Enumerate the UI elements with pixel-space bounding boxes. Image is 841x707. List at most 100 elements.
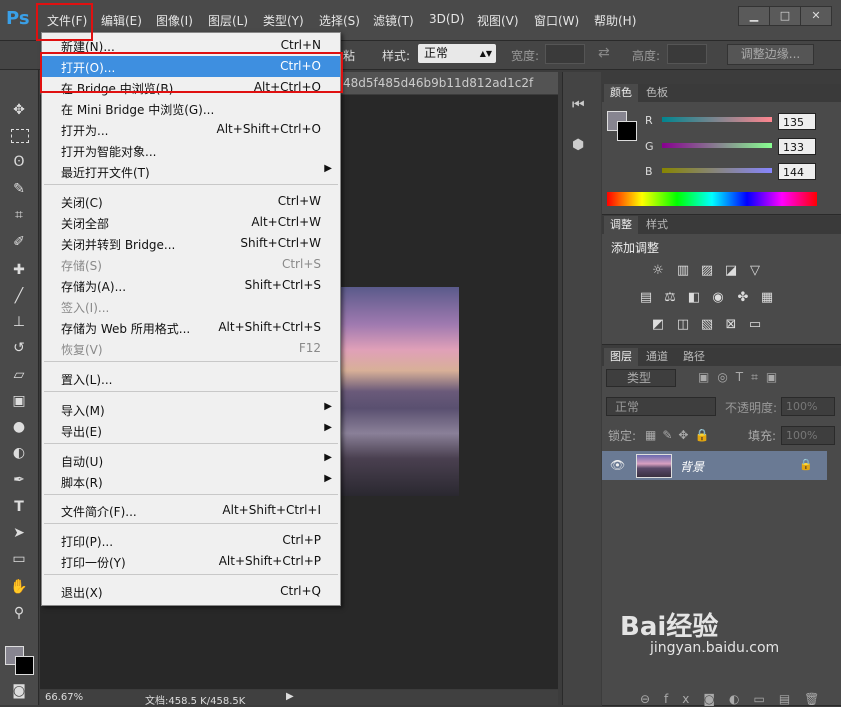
eye-visibility-icon[interactable]: 👁: [610, 458, 625, 472]
menu-item-print[interactable]: 打印(P)... Ctrl+P: [42, 530, 340, 551]
height-input[interactable]: [667, 44, 707, 64]
width-input[interactable]: [545, 44, 585, 64]
crop-tool-icon[interactable]: ⌗: [8, 207, 30, 225]
menu-help[interactable]: 帮助(H): [594, 12, 636, 29]
menu-item-close-all[interactable]: 关闭全部 Alt+Ctrl+W: [42, 212, 340, 233]
tab-color[interactable]: 颜色: [604, 84, 638, 102]
stamp-tool-icon[interactable]: ⊥: [8, 314, 30, 332]
style-select[interactable]: 正常 ▲▼: [418, 44, 496, 63]
quick-select-icon[interactable]: ✎: [8, 181, 30, 199]
menu-filter[interactable]: 滤镜(T): [373, 12, 414, 29]
eyedropper-icon[interactable]: ✐: [8, 234, 30, 252]
g-slider[interactable]: [662, 143, 772, 148]
color-spectrum-bar[interactable]: [607, 192, 817, 206]
menu-item-automate[interactable]: 自动(U) ▶: [42, 450, 340, 471]
invert-icon[interactable]: ◩: [650, 318, 666, 332]
curves-icon[interactable]: ▨: [699, 264, 715, 278]
hue-saturation-icon[interactable]: ▤: [638, 291, 654, 305]
r-slider[interactable]: [662, 117, 772, 122]
tab-paths[interactable]: 路径: [677, 348, 711, 366]
layer-filter-select[interactable]: 类型: [606, 369, 676, 387]
minimize-button[interactable]: ▁: [738, 6, 770, 26]
menu-item-browse-mini-bridge[interactable]: 在 Mini Bridge 中浏览(G)...: [42, 98, 340, 119]
gradient-map-icon[interactable]: ▭: [747, 318, 763, 332]
menu-item-recent-files[interactable]: 最近打开文件(T) ▶: [42, 161, 340, 182]
layer-footer-icons[interactable]: ⊖fx◙◐▭▤🗑: [640, 692, 833, 706]
tab-swatches[interactable]: 色板: [640, 84, 674, 102]
brightness-icon[interactable]: ☼: [650, 264, 666, 278]
seascape-photo[interactable]: [340, 287, 459, 496]
shape-tool-icon[interactable]: ▭: [8, 551, 30, 569]
zoom-tool-icon[interactable]: ⚲: [8, 605, 30, 623]
lasso-tool-icon[interactable]: ʘ: [8, 154, 30, 172]
marquee-tool-icon[interactable]: [11, 129, 29, 143]
pen-tool-icon[interactable]: ✒: [8, 472, 30, 490]
maximize-button[interactable]: □: [769, 6, 801, 26]
menu-item-print-one-copy[interactable]: 打印一份(Y) Alt+Shift+Ctrl+P: [42, 551, 340, 572]
tab-adjustments[interactable]: 调整: [604, 216, 638, 234]
menu-window[interactable]: 窗口(W): [534, 12, 579, 29]
opacity-input[interactable]: 100%: [781, 397, 835, 416]
quick-mask-icon[interactable]: ◙: [8, 683, 30, 701]
menu-select[interactable]: 选择(S): [319, 12, 360, 29]
background-color-swatch[interactable]: [15, 656, 34, 675]
close-button[interactable]: ✕: [800, 6, 832, 26]
vibrance-icon[interactable]: ▽: [747, 264, 763, 278]
b-slider[interactable]: [662, 168, 772, 173]
brush-tool-icon[interactable]: ╱: [8, 288, 30, 306]
history-panel-icon[interactable]: ⏮: [572, 97, 585, 113]
swap-icon[interactable]: ⇄: [598, 45, 610, 61]
menu-image[interactable]: 图像(I): [156, 12, 193, 29]
hand-tool-icon[interactable]: ✋: [8, 579, 30, 597]
menu-item-save-as[interactable]: 存储为(A)... Shift+Ctrl+S: [42, 275, 340, 296]
healing-brush-icon[interactable]: ✚: [8, 262, 30, 280]
b-value-input[interactable]: 144: [778, 163, 816, 180]
color-balance-icon[interactable]: ⚖: [662, 291, 678, 305]
bg-color-swatch[interactable]: [617, 121, 637, 141]
menu-item-close-go-bridge[interactable]: 关闭并转到 Bridge... Shift+Ctrl+W: [42, 233, 340, 254]
refine-edge-button[interactable]: 调整边缘...: [727, 44, 814, 65]
3d-panel-icon[interactable]: ⬢: [572, 137, 584, 153]
zoom-level[interactable]: 66.67%: [45, 692, 83, 703]
menu-item-open-smart-object[interactable]: 打开为智能对象...: [42, 140, 340, 161]
menu-item-close[interactable]: 关闭(C) Ctrl+W: [42, 191, 340, 212]
menu-edit[interactable]: 编辑(E): [101, 12, 142, 29]
layer-name[interactable]: 背景: [680, 458, 704, 475]
blend-mode-select[interactable]: 正常: [606, 397, 716, 416]
blur-tool-icon[interactable]: ●: [8, 419, 30, 437]
tab-layers[interactable]: 图层: [604, 348, 638, 366]
move-tool-icon[interactable]: ✥: [8, 102, 30, 120]
menu-type[interactable]: 类型(Y): [263, 12, 304, 29]
menu-item-place[interactable]: 置入(L)...: [42, 368, 340, 389]
menu-layer[interactable]: 图层(L): [208, 12, 248, 29]
lock-icons[interactable]: ▦✎✥🔒: [645, 428, 715, 442]
fill-input[interactable]: 100%: [781, 426, 835, 445]
tab-styles[interactable]: 样式: [640, 216, 674, 234]
color-lookup-icon[interactable]: ▦: [759, 291, 775, 305]
history-brush-icon[interactable]: ↺: [8, 340, 30, 358]
menu-item-scripts[interactable]: 脚本(R) ▶: [42, 471, 340, 492]
menu-item-export[interactable]: 导出(E) ▶: [42, 420, 340, 441]
tab-channels[interactable]: 通道: [640, 348, 674, 366]
menu-view[interactable]: 视图(V): [477, 12, 519, 29]
filter-icons[interactable]: ▣◎T⌗▣: [698, 370, 785, 385]
black-white-icon[interactable]: ◧: [686, 291, 702, 305]
channel-mixer-icon[interactable]: ✤: [735, 291, 751, 305]
posterize-icon[interactable]: ◫: [675, 318, 691, 332]
dodge-tool-icon[interactable]: ◐: [8, 445, 30, 463]
path-select-icon[interactable]: ➤: [8, 525, 30, 543]
menu-item-open-as[interactable]: 打开为... Alt+Shift+Ctrl+O: [42, 119, 340, 140]
menu-item-exit[interactable]: 退出(X) Ctrl+Q: [42, 581, 340, 602]
levels-icon[interactable]: ▥: [675, 264, 691, 278]
menu-3d[interactable]: 3D(D): [429, 12, 464, 26]
type-tool-icon[interactable]: T: [8, 499, 30, 517]
threshold-icon[interactable]: ▧: [699, 318, 715, 332]
exposure-icon[interactable]: ◪: [723, 264, 739, 278]
photo-filter-icon[interactable]: ◉: [710, 291, 726, 305]
selective-color-icon[interactable]: ⊠: [723, 318, 739, 332]
menu-item-save-for-web[interactable]: 存储为 Web 所用格式... Alt+Shift+Ctrl+S: [42, 317, 340, 338]
eraser-icon[interactable]: ▱: [8, 367, 30, 385]
status-menu-arrow-icon[interactable]: ▶: [286, 691, 294, 702]
r-value-input[interactable]: 135: [778, 113, 816, 130]
menu-item-import[interactable]: 导入(M) ▶: [42, 399, 340, 420]
